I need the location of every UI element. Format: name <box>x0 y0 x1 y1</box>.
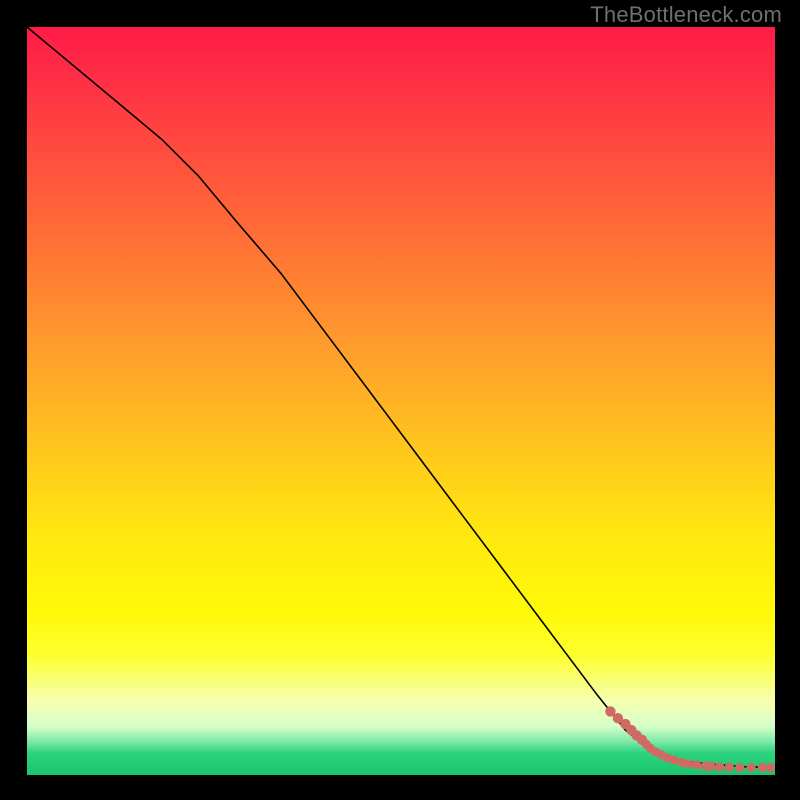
data-point <box>735 763 744 772</box>
data-point <box>692 760 701 769</box>
data-point <box>725 763 734 772</box>
chart-overlay <box>27 27 775 775</box>
bottleneck-curve <box>27 27 775 768</box>
watermark-text: TheBottleneck.com <box>590 2 782 28</box>
data-point <box>758 763 767 772</box>
data-point <box>747 763 756 772</box>
data-point <box>766 763 775 772</box>
data-point-cluster <box>605 706 775 772</box>
data-point <box>706 762 715 771</box>
chart-stage: TheBottleneck.com <box>0 0 800 800</box>
data-point <box>684 759 693 768</box>
data-point <box>715 762 724 771</box>
